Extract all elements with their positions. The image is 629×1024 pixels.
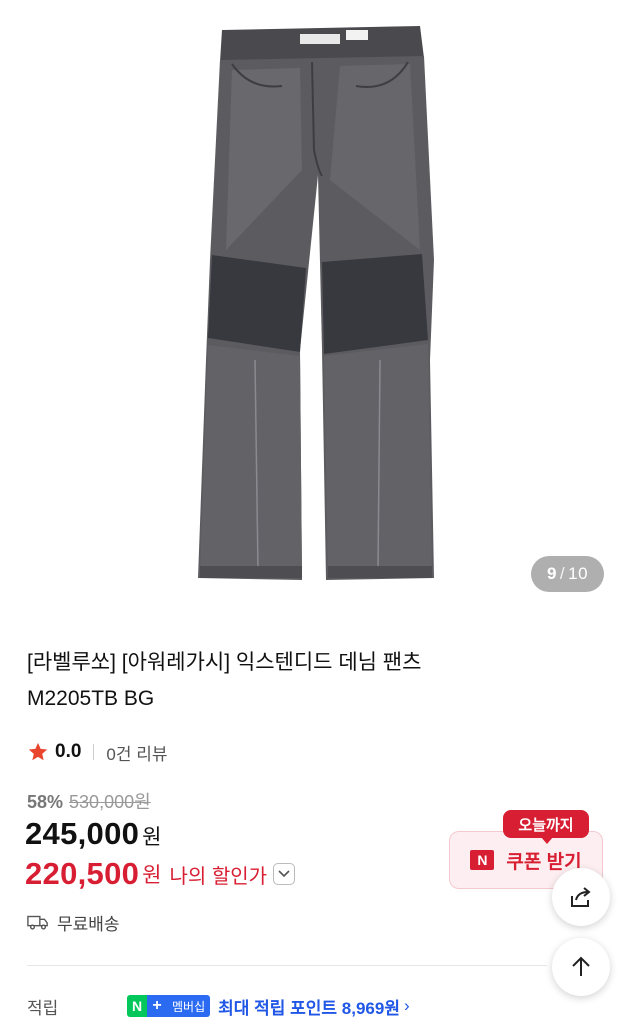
share-button[interactable] (552, 868, 610, 926)
points-label: 적립 (27, 998, 59, 1018)
product-image-jeans (198, 26, 434, 580)
rating-divider (93, 744, 95, 760)
scroll-top-button[interactable] (552, 938, 610, 996)
star-icon (28, 742, 48, 761)
sale-price: 245,000 원 (25, 816, 162, 852)
discount-row: 58% 530,000원 (27, 788, 151, 814)
discount-percent: 58% (27, 792, 64, 812)
shipping-text: 무료배송 (57, 914, 120, 934)
original-price: 530,000원 (69, 792, 151, 812)
image-counter: 9 / 10 (531, 556, 604, 592)
product-image-gallery[interactable]: 9 / 10 (0, 0, 629, 612)
today-only-badge: 오늘까지 (503, 810, 589, 844)
plus-badge: + (147, 995, 167, 1017)
my-discount-price[interactable]: 220,500 원 나의 할인가 (25, 856, 296, 892)
image-counter-separator: / (559, 564, 566, 583)
my-price-label: 나의 할인가 (169, 865, 268, 888)
product-title: [라벨루쏘] [아워레가시] 익스텐디드 데님 팬츠 M2205TB BG (27, 645, 587, 717)
naver-plus-membership-badge: N + 멤버십 (127, 995, 211, 1017)
rating-row[interactable]: 0.0 0건 리뷰 (27, 737, 168, 767)
product-title-line1: [라벨루쏘] [아워레가시] 익스텐디드 데님 팬츠 (27, 651, 422, 674)
section-divider (27, 965, 547, 966)
truck-icon (27, 915, 48, 930)
image-counter-total: 10 (568, 564, 589, 583)
naver-n-badge: N (127, 995, 147, 1017)
share-icon (571, 887, 591, 907)
naver-n-icon: N (470, 850, 495, 870)
my-price-amount: 220,500 (25, 856, 140, 891)
chevron-right-icon[interactable]: › (404, 996, 410, 1016)
sale-price-amount: 245,000 (25, 816, 140, 851)
max-points-text[interactable]: 최대 적립 포인트 8,969원 (218, 994, 400, 1019)
chevron-down-icon[interactable] (273, 863, 296, 885)
my-price-unit: 원 (142, 864, 162, 887)
rating-score: 0.0 (55, 741, 82, 762)
arrow-up-icon (572, 956, 590, 976)
review-count-link[interactable]: 0건 리뷰 (106, 740, 167, 765)
product-title-line2: M2205TB BG (27, 687, 155, 710)
sale-price-unit: 원 (142, 826, 162, 849)
shipping-info: 무료배송 (27, 908, 120, 936)
membership-badge: 멤버십 (167, 995, 211, 1017)
image-counter-current: 9 (546, 564, 557, 583)
points-row[interactable]: 적립 N + 멤버십 최대 적립 포인트 8,969원 › (27, 992, 507, 1020)
